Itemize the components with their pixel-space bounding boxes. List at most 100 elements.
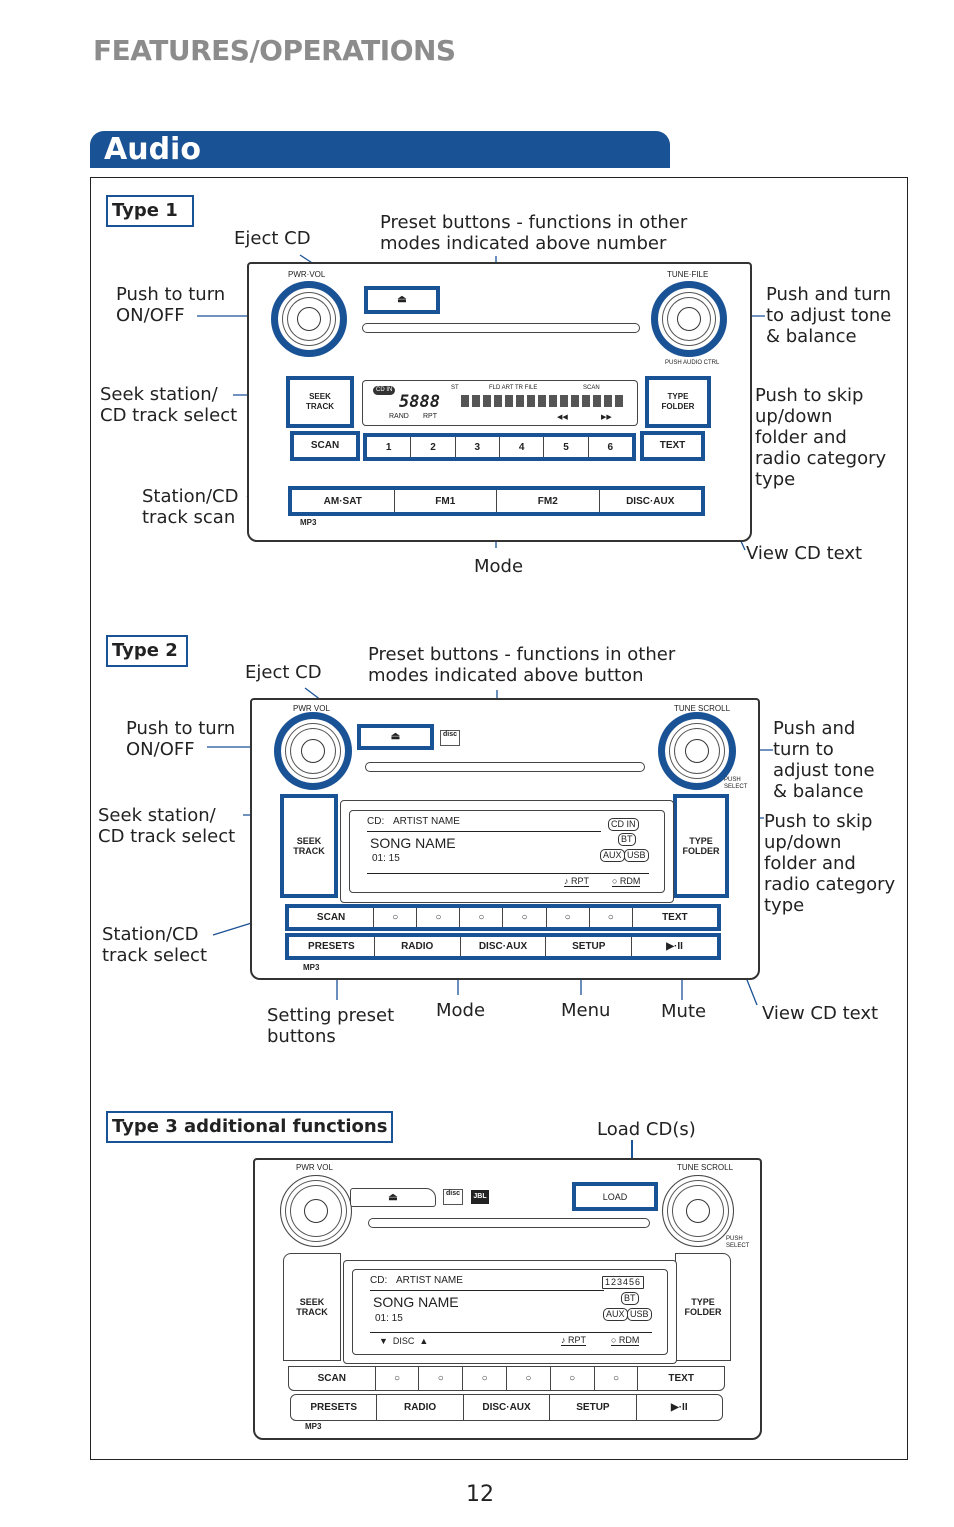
pwr-vol-label: PWR·VOL xyxy=(288,270,326,279)
callout-seek: Seek station/ CD track select xyxy=(98,805,236,847)
fm1-button[interactable]: FM1 xyxy=(395,490,497,512)
preset-2-button[interactable]: 2 xyxy=(411,437,456,457)
seek-track-button[interactable]: SEEK TRACK xyxy=(286,376,354,428)
text-button[interactable]: TEXT xyxy=(640,431,705,461)
callout-scan: Station/CD track select xyxy=(102,924,208,966)
preset-1-button[interactable]: 1 xyxy=(367,437,412,457)
preset-4-button[interactable]: ○ xyxy=(507,1367,551,1390)
preset-5-button[interactable]: ○ xyxy=(551,1367,595,1390)
callout-tone: Push and turn to adjust tone & balance xyxy=(773,718,875,802)
preset-2-button[interactable]: ○ xyxy=(419,1367,464,1390)
radio-button[interactable]: RADIO xyxy=(375,937,461,956)
power-volume-knob[interactable] xyxy=(271,281,347,357)
preset-6-button[interactable]: ○ xyxy=(590,908,633,927)
eject-button[interactable]: ⏏ xyxy=(350,1188,436,1207)
play-pause-button[interactable]: ▶·II xyxy=(632,937,717,956)
power-volume-knob[interactable] xyxy=(274,712,352,790)
callout-power: Push to turn ON/OFF xyxy=(116,284,226,326)
tune-scroll-label: TUNE SCROLL xyxy=(677,1163,734,1172)
fm2-button[interactable]: FM2 xyxy=(497,490,600,512)
tune-scroll-knob[interactable] xyxy=(662,1175,734,1247)
preset-4-button[interactable]: 4 xyxy=(500,437,545,457)
aux-indicator: AUX xyxy=(603,1308,628,1321)
disc-aux-button[interactable]: DISC·AUX xyxy=(600,490,702,512)
eject-icon: ⏏ xyxy=(388,1191,398,1203)
source-text: CD: xyxy=(367,816,385,827)
divider xyxy=(367,831,601,832)
preset-6-button[interactable]: 6 xyxy=(589,437,632,457)
preset-3-button[interactable]: 3 xyxy=(456,437,500,457)
am-sat-button[interactable]: AM·SAT xyxy=(292,490,395,512)
type-folder-button[interactable]: TYPE FOLDER xyxy=(675,1253,731,1361)
mp3-logo: MP3 xyxy=(300,518,317,527)
segment-digits: 5888 xyxy=(399,392,440,412)
rpt-indicator: ♪ RPT xyxy=(564,876,590,887)
display-tags: FLD ART TR FILE xyxy=(489,385,538,391)
preset-3-button[interactable]: ○ xyxy=(463,1367,507,1390)
disc-aux-button[interactable]: DISC·AUX xyxy=(461,937,547,956)
mp3-logo: MP3 xyxy=(305,1422,322,1431)
cd-in-indicator: CD IN xyxy=(608,818,639,831)
text-button[interactable]: TEXT xyxy=(633,908,717,927)
preset-5-button[interactable]: ○ xyxy=(547,908,590,927)
eject-button[interactable]: ⏏ xyxy=(364,286,440,314)
preset-3-button[interactable]: ○ xyxy=(460,908,504,927)
eject-icon: ⏏ xyxy=(390,731,401,742)
song-text: SONG NAME xyxy=(370,835,456,851)
play-pause-button[interactable]: ▶·II xyxy=(637,1395,722,1420)
load-button[interactable]: LOAD xyxy=(572,1182,658,1211)
callout-seek: Seek station/ CD track select xyxy=(100,384,238,426)
rewind-icon: ◀◀ xyxy=(557,414,568,421)
radio-button[interactable]: RADIO xyxy=(377,1395,464,1420)
type1-display: CD IN ST FLD ART TR FILE SCAN 5888 RAND … xyxy=(362,380,638,426)
type3-display: CD: ARTIST NAME 123456 SONG NAME 01: 15 … xyxy=(352,1269,668,1355)
eject-button[interactable]: ⏏ xyxy=(357,724,434,750)
preset-buttons: 1 2 3 4 5 6 xyxy=(363,433,636,461)
divider xyxy=(367,873,649,874)
scan-button[interactable]: SCAN xyxy=(289,1367,376,1390)
aux-indicator: AUX xyxy=(600,849,625,862)
cd-slot xyxy=(365,762,645,772)
type-folder-button[interactable]: TYPE FOLDER xyxy=(645,376,711,428)
callout-mode: Mode xyxy=(436,1000,486,1021)
preset-6-button[interactable]: ○ xyxy=(595,1367,639,1390)
disc-aux-button[interactable]: DISC·AUX xyxy=(464,1395,551,1420)
callout-presets: Preset buttons - functions in other mode… xyxy=(368,644,676,686)
artist-text: ARTIST NAME xyxy=(396,1275,463,1286)
scan-button[interactable]: SCAN xyxy=(289,908,375,927)
bt-indicator: BT xyxy=(621,1292,639,1305)
callout-mute: Mute xyxy=(661,1001,707,1022)
scan-button[interactable]: SCAN xyxy=(290,431,360,461)
seek-track-button[interactable]: SEEK TRACK xyxy=(283,1253,341,1361)
presets-button[interactable]: PRESETS xyxy=(289,937,375,956)
power-volume-knob[interactable] xyxy=(280,1175,352,1247)
mode-buttons: AM·SAT FM1 FM2 DISC·AUX xyxy=(288,486,705,516)
presets-button[interactable]: PRESETS xyxy=(291,1395,378,1420)
cd-slot xyxy=(362,323,640,333)
preset-1-button[interactable]: ○ xyxy=(376,1367,420,1390)
rpt-indicator: RPT xyxy=(423,413,437,420)
artist-text: ARTIST NAME xyxy=(393,816,460,827)
seek-track-button[interactable]: SEEK TRACK xyxy=(280,794,338,898)
eject-icon: ⏏ xyxy=(397,294,407,305)
tune-file-knob[interactable] xyxy=(651,281,727,357)
type-folder-button[interactable]: TYPE FOLDER xyxy=(673,794,729,898)
type2-label: Type 2 xyxy=(106,635,188,667)
fast-forward-icon: ▶▶ xyxy=(601,414,612,421)
preset-2-button[interactable]: ○ xyxy=(417,908,461,927)
callout-menu: Menu xyxy=(561,1000,611,1021)
preset-1-button[interactable]: ○ xyxy=(374,908,418,927)
setup-button[interactable]: SETUP xyxy=(546,937,633,956)
setup-button[interactable]: SETUP xyxy=(550,1395,637,1420)
tune-scroll-knob[interactable] xyxy=(658,712,736,790)
text-button[interactable]: TEXT xyxy=(638,1367,724,1390)
rpt-indicator: ♪ RPT xyxy=(561,1335,587,1346)
preset-row: SCAN ○ ○ ○ ○ ○ ○ TEXT xyxy=(288,1366,725,1391)
preset-5-button[interactable]: 5 xyxy=(544,437,589,457)
callout-eject: Eject CD xyxy=(245,662,322,683)
callout-text: View CD text xyxy=(762,1003,879,1024)
callout-presets: Preset buttons - functions in other mode… xyxy=(380,212,688,254)
push-select-label: PUSH SELECT xyxy=(726,1236,750,1249)
preset-4-button[interactable]: ○ xyxy=(503,908,547,927)
callout-skip: Push to skip up/down folder and radio ca… xyxy=(755,385,887,490)
